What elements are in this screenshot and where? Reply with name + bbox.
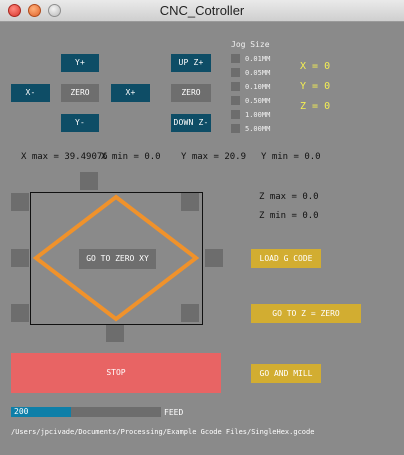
feed-value-label: 200 bbox=[14, 407, 29, 416]
y-min-readout: Y min = 0.0 bbox=[261, 152, 321, 162]
jog-size-option-checkbox[interactable] bbox=[231, 110, 240, 119]
jog-size-option-label: 1.00MM bbox=[245, 111, 271, 119]
work-area-right-mid-handle[interactable] bbox=[205, 249, 223, 267]
jog-z-down-button[interactable]: DOWN Z- bbox=[171, 114, 211, 132]
jog-size-option-checkbox[interactable] bbox=[231, 124, 240, 133]
jog-x-minus-button[interactable]: X- bbox=[11, 84, 50, 102]
app-window: CNC_Cotroller Y+ X- ZERO X+ Y- UP Z+ ZER… bbox=[0, 0, 404, 455]
y-max-readout: Y max = 20.9 bbox=[181, 152, 247, 162]
position-y-readout: Y = 0 bbox=[300, 81, 331, 92]
work-area-left-mid-handle[interactable] bbox=[11, 249, 29, 267]
position-z-readout: Z = 0 bbox=[300, 101, 331, 112]
title-bar[interactable]: CNC_Cotroller bbox=[0, 0, 404, 22]
feed-slider[interactable]: 200 bbox=[11, 407, 161, 417]
jog-size-option-label: 0.01MM bbox=[245, 55, 271, 63]
work-area-left-bottom-handle[interactable] bbox=[11, 304, 29, 322]
work-area-left-top-handle[interactable] bbox=[11, 193, 29, 211]
jog-size-option-checkbox[interactable] bbox=[231, 54, 240, 63]
jog-size-title: Jog Size bbox=[231, 40, 270, 49]
window-title: CNC_Cotroller bbox=[159, 3, 245, 18]
go-and-mill-button[interactable]: GO AND MILL bbox=[251, 364, 321, 383]
load-gcode-button[interactable]: LOAD G CODE bbox=[251, 249, 321, 268]
stop-button[interactable]: STOP bbox=[11, 353, 221, 393]
work-area-top-left-handle[interactable] bbox=[80, 172, 98, 190]
jog-x-plus-button[interactable]: X+ bbox=[111, 84, 150, 102]
feed-label: FEED bbox=[164, 408, 184, 417]
jog-size-option-label: 0.50MM bbox=[245, 97, 271, 105]
jog-size-option-checkbox[interactable] bbox=[231, 96, 240, 105]
jog-size-option-checkbox[interactable] bbox=[231, 68, 240, 77]
jog-z-up-button[interactable]: UP Z+ bbox=[171, 54, 211, 72]
position-x-readout: X = 0 bbox=[300, 61, 331, 72]
jog-size-option-checkbox[interactable] bbox=[231, 82, 240, 91]
x-max-readout: X max = 39.49076 bbox=[21, 152, 108, 162]
x-min-readout: X min = 0.0 bbox=[101, 152, 161, 162]
z-zero-button[interactable]: ZERO bbox=[171, 84, 211, 102]
gcode-file-path: /Users/jpcivade/Documents/Processing/Exa… bbox=[11, 428, 315, 436]
z-max-readout: Z max = 0.0 bbox=[259, 192, 319, 202]
jog-y-minus-button[interactable]: Y- bbox=[61, 114, 99, 132]
go-to-z-zero-button[interactable]: GO TO Z = ZERO bbox=[251, 304, 361, 323]
jog-size-option-label: 0.05MM bbox=[245, 69, 271, 77]
xy-zero-button[interactable]: ZERO bbox=[61, 84, 99, 102]
jog-y-plus-button[interactable]: Y+ bbox=[61, 54, 99, 72]
jog-size-option-label: 0.10MM bbox=[245, 83, 271, 91]
go-to-zero-xy-button[interactable]: GO TO ZERO XY bbox=[79, 249, 156, 269]
z-min-readout: Z min = 0.0 bbox=[259, 211, 319, 221]
jog-size-option-label: 5.00MM bbox=[245, 125, 271, 133]
work-area-bottom-center-handle[interactable] bbox=[106, 324, 124, 342]
